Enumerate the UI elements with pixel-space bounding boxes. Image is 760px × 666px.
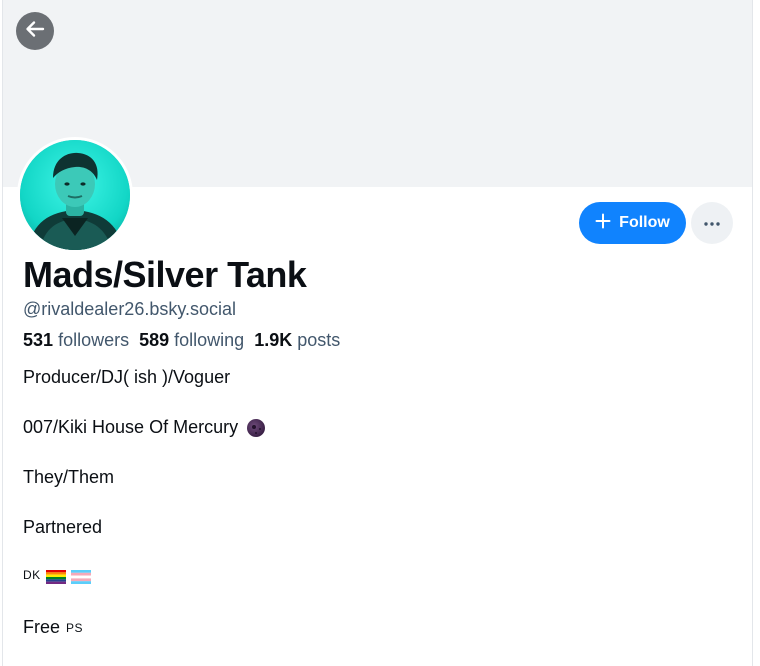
more-options-button[interactable] (691, 202, 733, 244)
profile-handle: @rivaldealer26.bsky.social (23, 299, 237, 319)
follow-label: Follow (619, 214, 670, 231)
followers-count: 531 (23, 330, 54, 350)
followers-label: followers (58, 330, 130, 350)
followers-stat[interactable]: 531 followers (23, 330, 129, 351)
profile-stats: 531 followers 589 following 1.9K posts (23, 330, 340, 351)
bio-line: DK (23, 568, 91, 584)
avatar-image (20, 140, 130, 250)
bio-text: Producer/DJ( ish )/Voguer (23, 367, 231, 387)
bio-text: 007/Kiki House Of Mercury (23, 417, 239, 437)
bio-text: They/Them (23, 467, 115, 487)
rainbow-flag-icon (45, 568, 66, 584)
avatar[interactable] (17, 137, 133, 253)
plus-icon (595, 213, 611, 234)
transgender-flag-icon (70, 568, 91, 584)
bio-line: They/Them (23, 467, 114, 488)
following-label: following (174, 330, 245, 350)
display-name: Mads/Silver Tank (23, 254, 307, 295)
following-stat[interactable]: 589 following (139, 330, 244, 351)
posts-count: 1.9K (254, 330, 293, 350)
bio-line: Free PS (23, 617, 83, 638)
profile-page: Follow Mads/Silver Tank @rivaldealer26.b… (2, 0, 753, 666)
ellipsis-icon (703, 214, 721, 232)
bio-text: Partnered (23, 517, 103, 537)
bio-line: 007/Kiki House Of Mercury (23, 417, 266, 438)
bio-text-small: PS (66, 620, 84, 635)
following-count: 589 (139, 330, 170, 350)
posts-stat: 1.9K posts (254, 330, 340, 351)
bio-line: Partnered (23, 517, 102, 538)
bio-text: Free (23, 617, 61, 637)
bio-text: DK (23, 568, 41, 582)
posts-label: posts (297, 330, 341, 350)
follow-button[interactable]: Follow (579, 202, 686, 244)
back-button[interactable] (16, 12, 54, 50)
new-moon-emoji-icon (247, 418, 266, 437)
bio-line: Producer/DJ( ish )/Voguer (23, 367, 230, 388)
arrow-left-icon (24, 18, 46, 45)
